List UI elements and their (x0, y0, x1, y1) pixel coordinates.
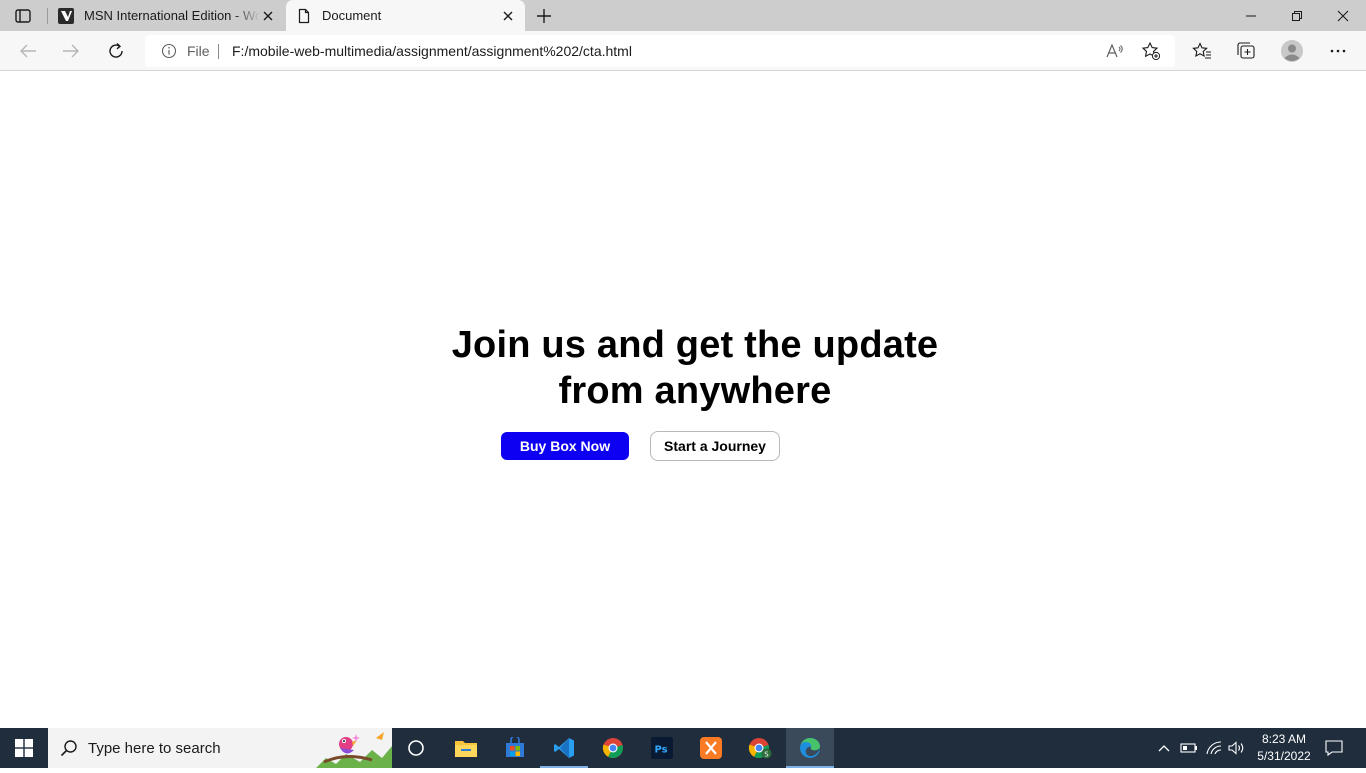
battery-button[interactable] (1178, 728, 1200, 768)
notification-icon (1325, 740, 1343, 756)
add-favorite-icon[interactable] (1141, 41, 1161, 61)
search-highlight-art-icon (316, 728, 392, 768)
volume-button[interactable] (1227, 728, 1247, 768)
profile-button[interactable] (1278, 37, 1306, 65)
svg-text:S: S (764, 750, 769, 758)
msn-favicon-icon (58, 8, 74, 24)
close-tab-icon[interactable] (501, 9, 515, 23)
network-button[interactable] (1203, 728, 1225, 768)
page-viewport: Join us and get the update from anywhere… (0, 72, 1366, 728)
back-button[interactable] (14, 37, 42, 65)
avatar-icon (1281, 40, 1303, 62)
taskbar-search-box[interactable]: Type here to search (48, 728, 392, 768)
plus-icon (537, 9, 551, 23)
info-icon[interactable] (161, 43, 177, 59)
search-icon (60, 739, 78, 757)
photoshop-icon: Ps (651, 737, 673, 759)
settings-more-button[interactable] (1324, 37, 1352, 65)
tab-actions-icon[interactable] (10, 6, 36, 26)
favorites-button[interactable] (1188, 37, 1216, 65)
chevron-up-icon (1158, 745, 1170, 752)
svg-text:Ps: Ps (655, 745, 668, 756)
heading-line-1: Join us and get the update (451, 324, 939, 366)
back-arrow-icon (20, 44, 36, 58)
read-aloud-icon[interactable] (1105, 41, 1125, 61)
edge-button[interactable] (786, 728, 834, 768)
vscode-icon (554, 738, 574, 758)
chrome-profile-button[interactable]: S (736, 728, 784, 768)
url-text[interactable]: F:/mobile-web-multimedia/assignment/assi… (232, 43, 632, 59)
file-explorer-button[interactable] (442, 728, 490, 768)
refresh-icon (109, 42, 123, 58)
cta-heading: Join us and get the update from anywhere (383, 322, 1007, 414)
browser-toolbar: File F:/mobile-web-multimedia/assignment… (0, 31, 1366, 71)
minimize-button[interactable] (1228, 0, 1274, 31)
chrome-button[interactable] (589, 728, 637, 768)
collections-icon (1237, 42, 1255, 59)
xampp-button[interactable] (687, 728, 735, 768)
more-dots-icon (1330, 49, 1346, 53)
action-center-button[interactable] (1322, 728, 1346, 768)
speaker-icon (1228, 741, 1244, 755)
windows-taskbar: Type here to search Ps S 8:23 AM 5/31/20… (0, 728, 1366, 768)
tab-msn[interactable]: MSN International Edition - World (48, 0, 285, 31)
document-favicon-icon (296, 8, 312, 24)
tab-strip: MSN International Edition - World Docume… (0, 0, 1366, 31)
clock-time: 8:23 AM (1261, 732, 1307, 746)
battery-icon (1180, 743, 1197, 753)
photoshop-button[interactable]: Ps (638, 728, 686, 768)
edge-icon (800, 738, 820, 758)
clock-date: 5/31/2022 (1257, 749, 1311, 763)
chrome-profile-icon: S (748, 738, 772, 759)
forward-arrow-icon (63, 44, 79, 58)
restore-icon (1292, 10, 1302, 21)
close-tab-icon[interactable] (261, 9, 275, 23)
chrome-icon (602, 738, 623, 759)
tab-title: Document (322, 8, 382, 23)
microsoft-store-icon (506, 737, 524, 757)
minimize-icon (1246, 15, 1256, 16)
forward-button[interactable] (57, 37, 85, 65)
file-explorer-icon (455, 741, 477, 757)
new-tab-button[interactable] (533, 5, 555, 27)
heading-line-2: from anywhere (558, 370, 832, 412)
task-view-button[interactable] (392, 728, 440, 768)
system-clock[interactable]: 8:23 AM 5/31/2022 (1246, 731, 1322, 765)
start-journey-button[interactable]: Start a Journey (650, 431, 780, 461)
task-view-icon (408, 740, 424, 756)
microsoft-store-button[interactable] (491, 728, 539, 768)
tab-title: MSN International Edition - World (84, 8, 260, 23)
vscode-button[interactable] (540, 728, 588, 768)
wifi-icon (1206, 741, 1222, 755)
start-button[interactable] (0, 728, 48, 768)
search-placeholder: Type here to search (88, 740, 221, 757)
restore-button[interactable] (1274, 0, 1320, 31)
collections-button[interactable] (1232, 37, 1260, 65)
tab-document[interactable]: Document (286, 0, 525, 31)
buy-box-now-button[interactable]: Buy Box Now (501, 432, 629, 460)
close-window-button[interactable] (1320, 0, 1366, 31)
favorites-icon (1192, 42, 1211, 59)
address-bar[interactable]: File F:/mobile-web-multimedia/assignment… (145, 35, 1175, 67)
xampp-icon (700, 737, 722, 759)
refresh-button[interactable] (102, 37, 130, 65)
close-icon (1337, 10, 1349, 21)
windows-logo-icon (15, 739, 33, 757)
address-divider (218, 44, 219, 59)
scheme-label: File (187, 43, 210, 59)
show-hidden-icons-button[interactable] (1154, 728, 1174, 768)
